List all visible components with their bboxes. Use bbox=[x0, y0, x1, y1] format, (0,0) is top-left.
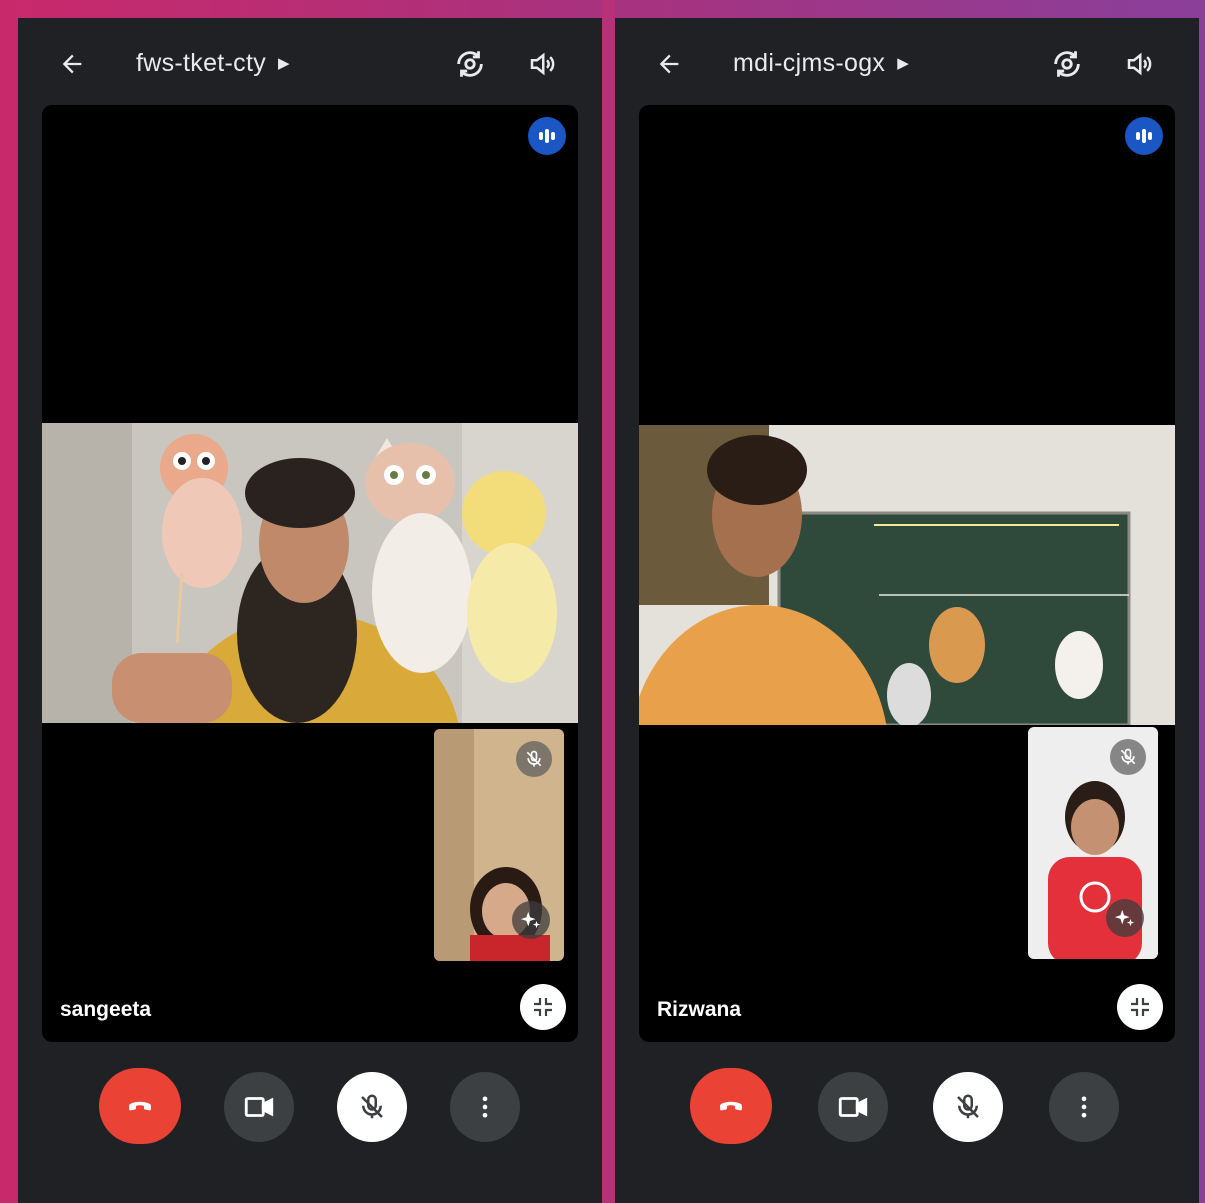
call-screen-left: fws-tket-cty ▶ sangeeta bbox=[18, 18, 602, 1203]
back-button[interactable] bbox=[52, 44, 92, 84]
camera-switch-icon bbox=[457, 51, 483, 77]
frame-divider bbox=[602, 0, 615, 1203]
speaker-button[interactable] bbox=[1119, 44, 1159, 84]
mic-off-icon bbox=[361, 1094, 383, 1119]
videocam-icon bbox=[244, 1097, 274, 1117]
audio-level-icon bbox=[1136, 129, 1152, 143]
more-options-button[interactable] bbox=[450, 1072, 520, 1142]
speaker-icon bbox=[530, 52, 555, 76]
participant-name: Rizwana bbox=[657, 998, 742, 1021]
video-stage: sangeeta bbox=[42, 105, 578, 1042]
effects-button[interactable] bbox=[1106, 899, 1144, 937]
main-video-feed[interactable] bbox=[42, 423, 578, 723]
camera-switch-icon bbox=[1054, 51, 1080, 77]
meeting-code-button[interactable]: fws-tket-cty ▶ bbox=[136, 49, 290, 78]
end-call-button[interactable] bbox=[690, 1068, 772, 1144]
caret-right-icon: ▶ bbox=[897, 55, 910, 72]
switch-camera-button[interactable] bbox=[450, 44, 490, 84]
meeting-code-button[interactable]: mdi-cjms-ogx ▶ bbox=[733, 49, 909, 78]
arrow-left-icon bbox=[62, 54, 82, 74]
meeting-code: mdi-cjms-ogx bbox=[733, 49, 886, 77]
meeting-code: fws-tket-cty bbox=[136, 49, 266, 77]
mic-off-icon bbox=[1120, 748, 1136, 765]
call-screen-right: mdi-cjms-ogx ▶ Rizwana bbox=[615, 18, 1199, 1203]
teacher-video-image bbox=[639, 425, 1175, 725]
more-vert-icon bbox=[1081, 1096, 1087, 1118]
end-call-button[interactable] bbox=[99, 1068, 181, 1144]
call-controls bbox=[615, 1068, 1199, 1148]
speaker-button[interactable] bbox=[522, 44, 562, 84]
speaking-indicator bbox=[528, 117, 566, 155]
mic-off-icon bbox=[526, 750, 542, 767]
back-button[interactable] bbox=[649, 44, 689, 84]
top-bar: mdi-cjms-ogx ▶ bbox=[615, 40, 1199, 88]
pip-muted-indicator bbox=[516, 741, 552, 777]
caret-right-icon: ▶ bbox=[278, 55, 290, 72]
teacher-video-image bbox=[42, 423, 578, 723]
pip-muted-indicator bbox=[1110, 739, 1146, 775]
mic-button[interactable] bbox=[933, 1072, 1003, 1142]
self-view-pip[interactable] bbox=[434, 729, 564, 961]
self-view-pip[interactable] bbox=[1028, 727, 1158, 959]
sparkles-icon bbox=[1114, 909, 1135, 927]
camera-button[interactable] bbox=[818, 1072, 888, 1142]
effects-button[interactable] bbox=[512, 901, 550, 939]
shrink-button[interactable] bbox=[520, 984, 566, 1030]
speaking-indicator bbox=[1125, 117, 1163, 155]
main-video-feed[interactable] bbox=[639, 425, 1175, 725]
speaker-icon bbox=[1127, 52, 1152, 76]
phone-hangup-icon bbox=[129, 1101, 151, 1111]
top-bar: fws-tket-cty ▶ bbox=[18, 40, 602, 88]
video-stage: Rizwana bbox=[639, 105, 1175, 1042]
audio-level-icon bbox=[539, 129, 555, 143]
camera-button[interactable] bbox=[224, 1072, 294, 1142]
arrow-left-icon bbox=[659, 54, 679, 74]
more-options-button[interactable] bbox=[1049, 1072, 1119, 1142]
mic-button[interactable] bbox=[337, 1072, 407, 1142]
switch-camera-button[interactable] bbox=[1047, 44, 1087, 84]
more-vert-icon bbox=[482, 1096, 488, 1118]
participant-name: sangeeta bbox=[60, 998, 152, 1021]
mic-off-icon bbox=[957, 1094, 979, 1119]
minimize-icon bbox=[534, 998, 552, 1016]
sparkles-icon bbox=[520, 911, 541, 929]
minimize-icon bbox=[1131, 998, 1149, 1016]
videocam-icon bbox=[838, 1097, 868, 1117]
phone-hangup-icon bbox=[720, 1101, 742, 1111]
call-controls bbox=[18, 1068, 602, 1148]
shrink-button[interactable] bbox=[1117, 984, 1163, 1030]
